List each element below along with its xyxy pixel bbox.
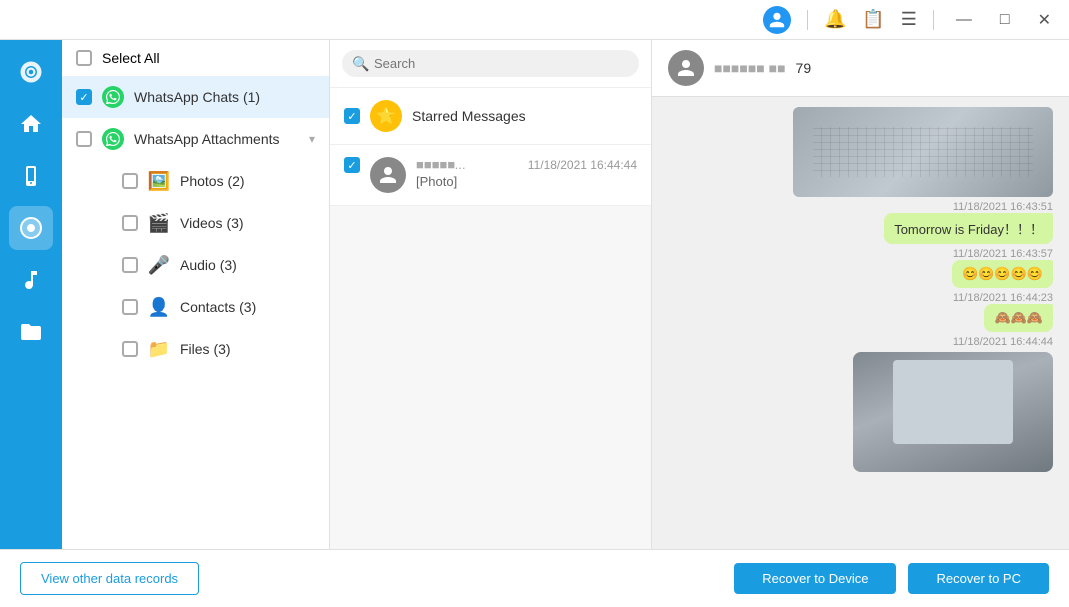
nav-music[interactable] [9, 258, 53, 302]
nav-folder[interactable] [9, 310, 53, 354]
starred-checkbox[interactable] [344, 108, 360, 124]
videos-checkbox[interactable] [122, 215, 138, 231]
audio-icon: 🎤 [148, 254, 170, 276]
chat-timestamp-2: 11/18/2021 16:43:57 [953, 248, 1053, 260]
chat-message-count: 79 [796, 60, 812, 76]
bell-icon[interactable]: 🔔 [824, 9, 846, 30]
menu-icon[interactable]: ☰ [901, 9, 917, 30]
icon-nav [0, 40, 62, 549]
contacts-item[interactable]: 👤 Contacts (3) [62, 286, 329, 328]
close-button[interactable]: ✕ [1032, 8, 1057, 32]
nav-phone[interactable] [9, 154, 53, 198]
bottom-bar: View other data records Recover to Devic… [0, 549, 1069, 607]
msg-checkbox[interactable] [344, 157, 360, 173]
maximize-button[interactable]: □ [994, 9, 1016, 31]
whatsapp-chats-label: WhatsApp Chats (1) [134, 89, 315, 105]
chat-panel: ■■■■■■ ■■ 79 11/18/2021 16:43:51 Tomorro… [652, 40, 1069, 549]
separator2 [933, 10, 934, 30]
select-all-item[interactable]: Select All [62, 40, 329, 76]
title-bar: 🔔 📋 ☰ — □ ✕ [0, 0, 1069, 40]
title-bar-icons: 🔔 📋 ☰ — □ ✕ [763, 6, 1057, 34]
keyboard-thumbnail [793, 107, 1053, 197]
files-icon: 📁 [148, 338, 170, 360]
app-container: 🔔 📋 ☰ — □ ✕ [0, 0, 1069, 607]
bottom-actions: Recover to Device Recover to PC [734, 563, 1049, 594]
photos-icon: 🖼️ [148, 170, 170, 192]
videos-icon: 🎬 [148, 212, 170, 234]
whatsapp-attachments-icon [102, 128, 124, 150]
msg-top: ■■■■■... 11/18/2021 16:44:44 [416, 157, 637, 172]
chat-bubble-2: 😊😊😊😊😊 [952, 260, 1053, 288]
msg-preview: [Photo] [416, 174, 637, 189]
chat-timestamp-1: 11/18/2021 16:43:51 [953, 201, 1053, 213]
videos-label: Videos (3) [180, 215, 315, 231]
chat-bubble-1: Tomorrow is Friday！！！ [884, 213, 1053, 244]
contacts-label: Contacts (3) [180, 299, 315, 315]
chat-body: 11/18/2021 16:43:51 Tomorrow is Friday！！… [652, 97, 1069, 549]
chat-header-avatar [668, 50, 704, 86]
contacts-checkbox[interactable] [122, 299, 138, 315]
starred-label: Starred Messages [412, 108, 526, 124]
starred-icon: ⭐ [370, 100, 402, 132]
photos-item[interactable]: 🖼️ Photos (2) [62, 160, 329, 202]
audio-label: Audio (3) [180, 257, 315, 273]
expand-icon[interactable]: ▾ [309, 132, 315, 146]
starred-messages-item[interactable]: ⭐ Starred Messages [330, 88, 651, 145]
videos-item[interactable]: 🎬 Videos (3) [62, 202, 329, 244]
document-icon[interactable]: 📋 [862, 9, 884, 30]
photos-label: Photos (2) [180, 173, 315, 189]
search-icon: 🔍 [352, 55, 369, 72]
audio-checkbox[interactable] [122, 257, 138, 273]
minimize-button[interactable]: — [950, 9, 978, 31]
whatsapp-attachments-label: WhatsApp Attachments [134, 131, 299, 147]
chat-timestamp-3: 11/18/2021 16:44:23 [953, 292, 1053, 304]
separator [807, 10, 808, 30]
nav-app-logo[interactable] [9, 50, 53, 94]
messages-list-panel: 🔍 ⭐ Starred Messages ■■■■■... [330, 40, 652, 549]
whatsapp-chats-icon [102, 86, 124, 108]
select-all-label: Select All [102, 50, 160, 66]
chat-header: ■■■■■■ ■■ 79 [652, 40, 1069, 97]
msg-avatar [370, 157, 406, 193]
recover-to-device-button[interactable]: Recover to Device [734, 563, 896, 594]
chat-timestamp-4: 11/18/2021 16:44:44 [953, 336, 1053, 348]
whatsapp-attachments-checkbox[interactable] [76, 131, 92, 147]
recover-to-pc-button[interactable]: Recover to PC [908, 563, 1049, 594]
contacts-icon: 👤 [148, 296, 170, 318]
main-layout: Select All WhatsApp Chats (1) WhatsApp A… [0, 40, 1069, 549]
chat-row-3: 11/18/2021 16:44:23 🙈🙈🙈 [668, 292, 1053, 332]
chat-row-4: 11/18/2021 16:44:44 [668, 336, 1053, 472]
whatsapp-chats-item[interactable]: WhatsApp Chats (1) [62, 76, 329, 118]
view-other-records-button[interactable]: View other data records [20, 562, 199, 595]
phone-thumbnail [853, 352, 1053, 472]
files-checkbox[interactable] [122, 341, 138, 357]
msg-name: ■■■■■... [416, 157, 466, 172]
tree-panel: Select All WhatsApp Chats (1) WhatsApp A… [62, 40, 330, 549]
search-wrapper: 🔍 [342, 50, 639, 77]
user-avatar-icon[interactable] [763, 6, 791, 34]
search-input[interactable] [342, 50, 639, 77]
files-item[interactable]: 📁 Files (3) [62, 328, 329, 370]
chat-row-2: 11/18/2021 16:43:57 😊😊😊😊😊 [668, 248, 1053, 288]
files-label: Files (3) [180, 341, 315, 357]
chat-bubble-3: 🙈🙈🙈 [984, 304, 1053, 332]
message-item[interactable]: ■■■■■... 11/18/2021 16:44:44 [Photo] [330, 145, 651, 206]
search-bar: 🔍 [330, 40, 651, 88]
whatsapp-attachments-item[interactable]: WhatsApp Attachments ▾ [62, 118, 329, 160]
nav-cloud[interactable] [9, 206, 53, 250]
msg-content: ■■■■■... 11/18/2021 16:44:44 [Photo] [416, 157, 637, 189]
photos-checkbox[interactable] [122, 173, 138, 189]
audio-item[interactable]: 🎤 Audio (3) [62, 244, 329, 286]
msg-time: 11/18/2021 16:44:44 [528, 158, 637, 172]
chat-user-name: ■■■■■■ ■■ [714, 60, 786, 76]
select-all-checkbox[interactable] [76, 50, 92, 66]
nav-home[interactable] [9, 102, 53, 146]
whatsapp-chats-checkbox[interactable] [76, 89, 92, 105]
chat-row-1: 11/18/2021 16:43:51 Tomorrow is Friday！！… [668, 201, 1053, 244]
